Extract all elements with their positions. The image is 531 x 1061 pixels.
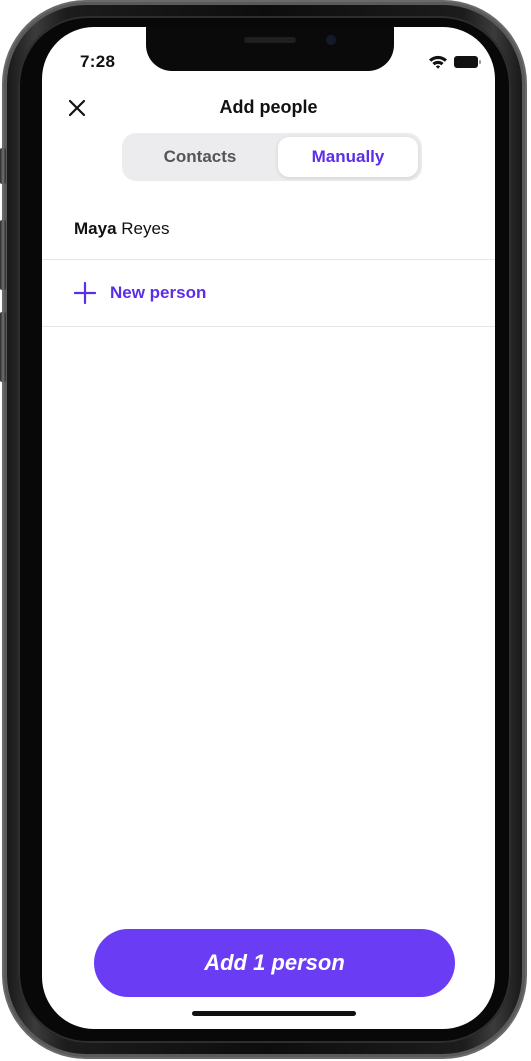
wifi-icon <box>429 55 447 69</box>
battery-icon <box>454 56 481 68</box>
phone-side-button-volume-up <box>0 220 6 290</box>
app-screen: 7:28 Add people Contacts Manually Maya R… <box>42 27 495 1029</box>
new-person-button[interactable]: New person <box>42 260 495 327</box>
phone-side-button-mute <box>0 148 6 184</box>
plus-icon <box>74 282 96 304</box>
tab-manually[interactable]: Manually <box>278 137 418 177</box>
status-time: 7:28 <box>80 52 116 71</box>
person-first-name: Maya <box>74 219 117 238</box>
tab-contacts[interactable]: Contacts <box>126 137 274 177</box>
add-person-button[interactable]: Add 1 person <box>94 929 455 997</box>
segmented-control: Contacts Manually <box>122 133 422 181</box>
new-person-label: New person <box>110 283 207 302</box>
phone-notch <box>146 27 394 71</box>
person-last-name: Reyes <box>121 219 170 238</box>
person-row[interactable]: Maya Reyes <box>42 199 495 260</box>
person-name: Maya Reyes <box>74 219 169 239</box>
home-indicator <box>192 1011 356 1016</box>
page-title: Add people <box>219 97 318 117</box>
phone-side-button-volume-down <box>0 312 6 382</box>
